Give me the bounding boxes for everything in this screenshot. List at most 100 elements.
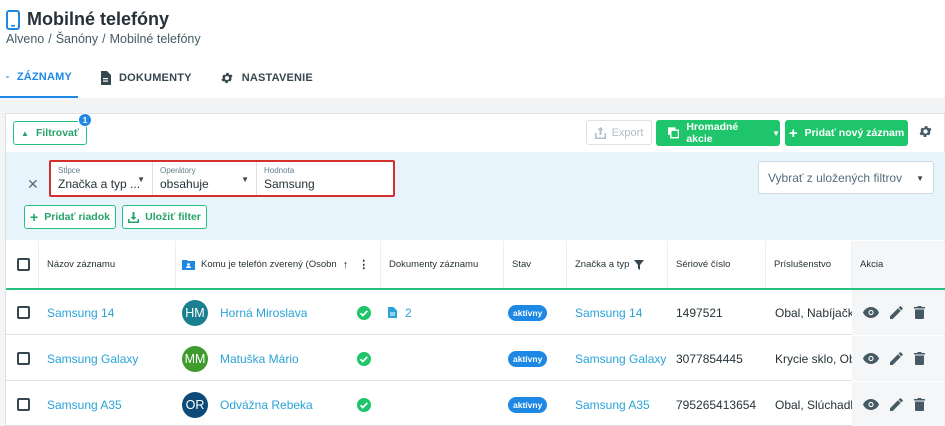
breadcrumb-separator: / (48, 32, 52, 46)
brand-link[interactable]: Samsung A35 (575, 382, 650, 426)
column-header-dokumenty[interactable]: Dokumenty záznamu (381, 241, 504, 288)
brand-link[interactable]: Samsung Galaxy (575, 336, 666, 381)
filter-toggle-button[interactable]: ▲ Filtrovať (13, 121, 87, 145)
edit-pencil-icon[interactable] (890, 306, 903, 319)
column-header-label: Sériové číslo (676, 259, 731, 270)
page-header: Mobilné telefóny Alveno / Šanóny / Mobilné t… (0, 0, 945, 98)
avatar: HM (182, 299, 208, 326)
row-checkbox[interactable] (17, 306, 30, 319)
column-header-seriove[interactable]: Sériové číslo (668, 241, 766, 288)
column-header-nazov[interactable]: Názov záznamu (39, 241, 176, 288)
breadcrumb-item-alveno[interactable]: Alveno (6, 32, 44, 46)
delete-trash-icon[interactable] (914, 398, 925, 411)
list-icon (6, 75, 9, 78)
view-eye-icon[interactable] (863, 307, 879, 318)
delete-trash-icon[interactable] (914, 352, 925, 365)
documents-count: 2 (405, 305, 412, 320)
tab-bar: ZÁZNAMY DOKUMENTY NASTAVENIE (0, 58, 325, 98)
column-header-prislusenstvo[interactable]: Príslušenstvo (766, 241, 852, 288)
export-button[interactable]: Export (586, 120, 652, 145)
operator-select-label: Operátory (160, 166, 196, 175)
tab-zaznamy[interactable]: ZÁZNAMY (0, 58, 78, 98)
serial-number: 3077854445 (676, 351, 743, 366)
edit-pencil-icon[interactable] (890, 398, 903, 411)
person-link[interactable]: Horná Miroslava (220, 306, 307, 320)
tab-label: DOKUMENTY (119, 72, 192, 84)
edit-pencil-icon[interactable] (890, 352, 903, 365)
column-select-value: Značka a typ ... (58, 177, 141, 191)
sort-arrow-up-icon[interactable]: ↑ (343, 259, 349, 271)
add-record-label: Pridať nový záznam (804, 127, 905, 139)
filter-funnel-icon[interactable] (634, 259, 644, 270)
chevron-down-icon: ▼ (137, 175, 145, 184)
column-header-label: Názov záznamu (47, 259, 116, 270)
column-select-label: Stĺpce (58, 166, 81, 175)
person-link[interactable]: Matuška Mário (220, 352, 299, 366)
saved-filters-select[interactable]: Vybrať z uložených filtrov ▼ (758, 161, 934, 194)
document-icon (101, 71, 111, 85)
bulk-actions-label: Hromadné akcie (686, 121, 739, 145)
filter-area: ✕ Stĺpce Značka a typ ... ▼ Operátory ob… (6, 152, 945, 240)
verified-check-icon (357, 336, 371, 381)
status-cell: aktívny (508, 290, 548, 335)
document-icon (388, 307, 397, 318)
download-icon (128, 211, 140, 223)
column-header-znacka[interactable]: Značka a typ (567, 241, 668, 288)
chevron-down-icon: ▼ (916, 174, 924, 183)
person-link[interactable]: Odvážna Rebeka (220, 398, 313, 412)
assigned-person-cell: OR Odvážna Rebeka (182, 382, 313, 426)
column-select[interactable]: Stĺpce Značka a typ ... ▼ (51, 162, 153, 195)
select-all-checkbox[interactable] (17, 258, 30, 271)
add-filter-row-button[interactable]: + Pridať riadok (24, 205, 116, 229)
verified-check-icon (357, 290, 371, 335)
status-cell: aktívny (508, 336, 548, 381)
serial-number: 795265413654 (676, 397, 757, 412)
bulk-actions-button[interactable]: Hromadné akcie ▼ (656, 120, 780, 146)
record-name-link[interactable]: Samsung Galaxy (47, 336, 138, 381)
status-badge: aktívny (508, 304, 548, 321)
mobile-phone-icon (6, 9, 20, 30)
delete-trash-icon[interactable] (914, 306, 925, 319)
table-settings-gear-icon[interactable] (918, 124, 933, 139)
row-checkbox-cell (17, 290, 30, 335)
value-input[interactable]: Hodnota Samsung (257, 162, 393, 195)
column-header-label: Stav (512, 259, 532, 270)
close-icon[interactable]: ✕ (27, 176, 39, 193)
operator-select[interactable]: Operátory obsahuje ▼ (153, 162, 257, 195)
page-title: Mobilné telefóny (27, 9, 170, 29)
documents-cell[interactable]: 2 (388, 290, 412, 335)
status-badge: aktívny (508, 350, 548, 367)
view-eye-icon[interactable] (863, 353, 879, 364)
filter-row: Stĺpce Značka a typ ... ▼ Operátory obsa… (49, 160, 395, 197)
save-filter-button[interactable]: Uložiť filter (122, 205, 207, 229)
column-menu-icon[interactable]: ⋮ (358, 258, 369, 271)
operator-select-value: obsahuje (160, 177, 209, 191)
assigned-person-cell: HM Horná Miroslava (182, 290, 307, 335)
column-header-stav[interactable]: Stav (504, 241, 567, 288)
toolbar: ▲ Filtrovať 1 Export Hromadné akcie ▼ + … (6, 113, 945, 152)
record-name-link[interactable]: Samsung 14 (47, 290, 114, 335)
value-input-label: Hodnota (264, 166, 295, 175)
breadcrumb: Alveno / Šanóny / Mobilné telefóny (6, 32, 205, 46)
row-checkbox[interactable] (17, 398, 30, 411)
add-record-button[interactable]: + Pridať nový záznam (785, 120, 908, 146)
breadcrumb-item-sanony[interactable]: Šanóny (56, 32, 98, 46)
filter-button-label: Filtrovať (35, 127, 79, 139)
brand-link[interactable]: Samsung 14 (575, 290, 642, 335)
view-eye-icon[interactable] (863, 399, 879, 410)
row-checkbox-cell (17, 382, 30, 426)
filter-count-badge: 1 (78, 113, 92, 127)
verified-check-icon (357, 382, 371, 426)
tab-nastavenie[interactable]: NASTAVENIE (214, 58, 319, 98)
tab-dokumenty[interactable]: DOKUMENTY (94, 58, 198, 98)
row-checkbox[interactable] (17, 352, 30, 365)
status-badge: aktívny (508, 396, 548, 413)
chevron-up-icon: ▲ (21, 128, 29, 138)
avatar: OR (182, 391, 208, 418)
plus-icon: + (788, 124, 798, 142)
record-name-link[interactable]: Samsung A35 (47, 382, 122, 426)
breadcrumb-separator: / (102, 32, 106, 46)
column-header-komu[interactable]: Komu je telefón zverený (Osobn ↑ ⋮ (176, 241, 381, 288)
export-icon (594, 126, 606, 139)
column-header-label: Značka a typ (575, 259, 630, 270)
